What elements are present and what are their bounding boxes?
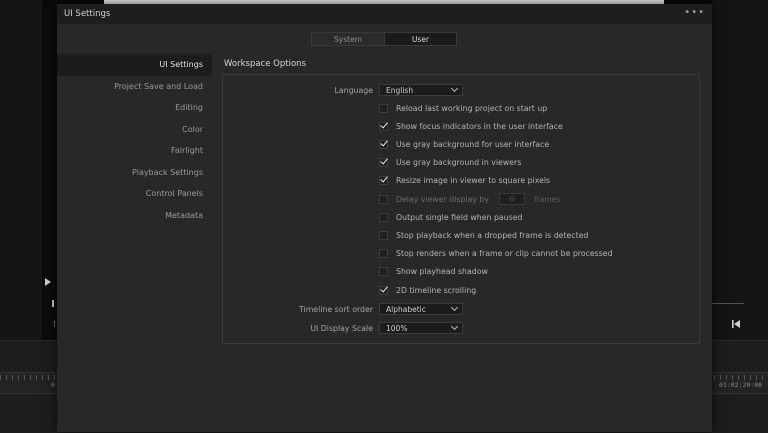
sidebar-item-playback-settings[interactable]: Playback Settings	[57, 162, 212, 184]
option-label: Stop playback when a dropped frame is de…	[396, 231, 589, 240]
checkbox[interactable]	[379, 120, 388, 131]
checkbox[interactable]	[379, 156, 388, 167]
check-icon	[380, 156, 388, 165]
option-label: Stop renders when a frame or clip cannot…	[396, 249, 613, 258]
section-title: Workspace Options	[224, 59, 306, 69]
dialog-titlebar[interactable]: UI Settings •••	[57, 4, 712, 24]
chevron-down-icon	[450, 322, 459, 331]
frames-unit-label: frames	[534, 195, 561, 204]
chevron-down-icon	[450, 84, 459, 93]
option-label: Show playhead shadow	[396, 267, 488, 276]
timeline-sort-select[interactable]: Alphabetic	[379, 303, 463, 315]
settings-tabs: System User	[311, 32, 457, 46]
checkbox[interactable]	[379, 284, 388, 295]
language-label: Language	[334, 86, 373, 95]
ui-scale-select[interactable]: 100%	[379, 322, 463, 334]
settings-sidebar: UI Settings Project Save and Load Editin…	[57, 54, 212, 226]
sidebar-item-editing[interactable]: Editing	[57, 97, 212, 119]
checkbox[interactable]	[379, 231, 388, 240]
check-icon	[380, 138, 388, 147]
option-label: Use gray background in viewers	[396, 158, 522, 167]
option-label: Reload last working project on start up	[396, 104, 548, 113]
ui-settings-dialog: UI Settings ••• System User UI Settings …	[57, 4, 712, 432]
sidebar-item-project-save-load[interactable]: Project Save and Load	[57, 76, 212, 98]
timecode-right: 01:02:20:00	[719, 381, 763, 389]
trim-icon[interactable]: ⁝	[53, 320, 56, 330]
mark-in-icon[interactable]	[52, 300, 54, 307]
checkbox[interactable]	[379, 195, 388, 204]
sidebar-item-ui-settings[interactable]: UI Settings	[57, 54, 212, 76]
timecode-left: 0	[51, 381, 55, 389]
right-panel	[712, 0, 768, 340]
option-label: Show focus indicators in the user interf…	[396, 122, 563, 131]
sidebar-item-metadata[interactable]: Metadata	[57, 205, 212, 227]
left-panel	[0, 0, 42, 340]
checkbox[interactable]	[379, 104, 388, 113]
ui-scale-value: 100%	[386, 324, 408, 333]
sidebar-item-fairlight[interactable]: Fairlight	[57, 140, 212, 162]
checkbox[interactable]	[379, 249, 388, 258]
check-icon	[380, 120, 388, 129]
option-label: Delay viewer display by	[396, 195, 489, 204]
delay-frames-field[interactable]: 0	[499, 193, 525, 205]
timeline-sort-value: Alphabetic	[386, 305, 426, 314]
language-value: English	[386, 86, 414, 95]
check-icon	[380, 174, 388, 183]
chevron-down-icon	[450, 303, 459, 312]
option-label: 2D timeline scrolling	[396, 286, 477, 295]
tab-user[interactable]: User	[385, 32, 457, 46]
sidebar-item-control-panels[interactable]: Control Panels	[57, 183, 212, 205]
sidebar-item-color[interactable]: Color	[57, 119, 212, 141]
option-label: Output single field when paused	[396, 213, 523, 222]
checkbox[interactable]	[379, 138, 388, 149]
checkbox[interactable]	[379, 174, 388, 185]
option-label: Use gray background for user interface	[396, 140, 550, 149]
ui-scale-label: UI Display Scale	[310, 324, 373, 333]
scrubber-line[interactable]	[712, 303, 744, 304]
timeline-sort-label: Timeline sort order	[299, 305, 373, 314]
dialog-title: UI Settings	[64, 9, 111, 19]
option-label: Resize image in viewer to square pixels	[396, 176, 551, 185]
tab-system[interactable]: System	[311, 32, 385, 46]
checkbox[interactable]	[379, 267, 388, 276]
check-icon	[380, 284, 388, 293]
previous-clip-icon[interactable]	[731, 319, 741, 329]
play-icon[interactable]	[45, 278, 51, 286]
language-select[interactable]: English	[379, 84, 463, 96]
more-options-icon[interactable]: •••	[684, 8, 705, 18]
checkbox[interactable]	[379, 213, 388, 222]
